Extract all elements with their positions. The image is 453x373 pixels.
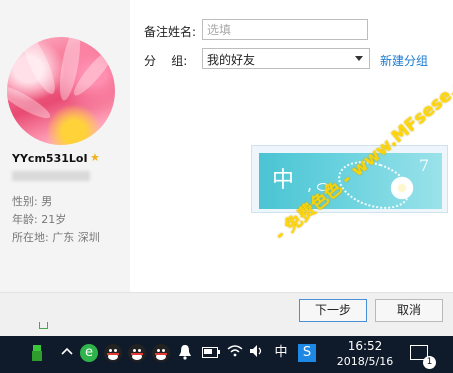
speaker-icon[interactable] bbox=[248, 344, 266, 362]
clock[interactable]: 16:52 2018/5/16 bbox=[330, 339, 400, 368]
chevron-up-icon[interactable] bbox=[58, 344, 76, 362]
checkbox-icon bbox=[39, 322, 48, 329]
remark-input[interactable] bbox=[202, 19, 368, 40]
redacted-info bbox=[12, 171, 90, 181]
wifi-icon[interactable] bbox=[226, 344, 244, 362]
next-button[interactable]: 下一步 bbox=[299, 299, 367, 322]
browser-icon[interactable]: e bbox=[80, 344, 98, 362]
qq-icon[interactable] bbox=[104, 344, 122, 362]
battery-icon[interactable] bbox=[202, 347, 220, 358]
star-icon: ★ bbox=[90, 151, 100, 164]
gender-value: 男 bbox=[41, 195, 53, 208]
location-line: 所在地: 广东 深圳 bbox=[12, 229, 100, 245]
notification-badge: 1 bbox=[423, 356, 436, 369]
remark-label: 备注姓名: bbox=[144, 25, 197, 39]
notification-icon[interactable]: 1 bbox=[410, 345, 436, 369]
cancel-button[interactable]: 取消 bbox=[375, 299, 443, 322]
age-label: 年龄: bbox=[12, 213, 38, 226]
group-select-value: 我的好友 bbox=[207, 53, 256, 67]
age-value: 21岁 bbox=[41, 213, 67, 226]
clock-time: 16:52 bbox=[347, 339, 383, 353]
chevron-down-icon bbox=[355, 56, 363, 61]
age-line: 年龄: 21岁 bbox=[12, 211, 66, 227]
group-label: 分 组: bbox=[144, 54, 188, 68]
ad-text: 中 bbox=[272, 168, 295, 193]
gender-label: 性别: bbox=[12, 195, 38, 208]
shield-icon[interactable]: S bbox=[298, 344, 316, 362]
qq-icon[interactable] bbox=[128, 344, 146, 362]
usb-icon[interactable] bbox=[28, 344, 46, 362]
group-select[interactable]: 我的好友 bbox=[202, 48, 370, 69]
new-group-link[interactable]: 新建分组 bbox=[380, 52, 428, 69]
flower-image bbox=[389, 175, 415, 201]
username: YYcm531LoI bbox=[12, 152, 88, 165]
ad-number: 7 bbox=[419, 156, 430, 175]
location-value: 广东 深圳 bbox=[52, 231, 100, 244]
gender-line: 性别: 男 bbox=[12, 193, 52, 209]
battery-level bbox=[204, 349, 212, 354]
avatar bbox=[7, 37, 115, 145]
bell-icon[interactable] bbox=[176, 344, 194, 362]
clock-date: 2018/5/16 bbox=[336, 355, 394, 368]
ime-indicator[interactable]: 中 bbox=[272, 344, 290, 362]
qq-icon[interactable] bbox=[152, 344, 170, 362]
location-label: 所在地: bbox=[12, 231, 49, 244]
